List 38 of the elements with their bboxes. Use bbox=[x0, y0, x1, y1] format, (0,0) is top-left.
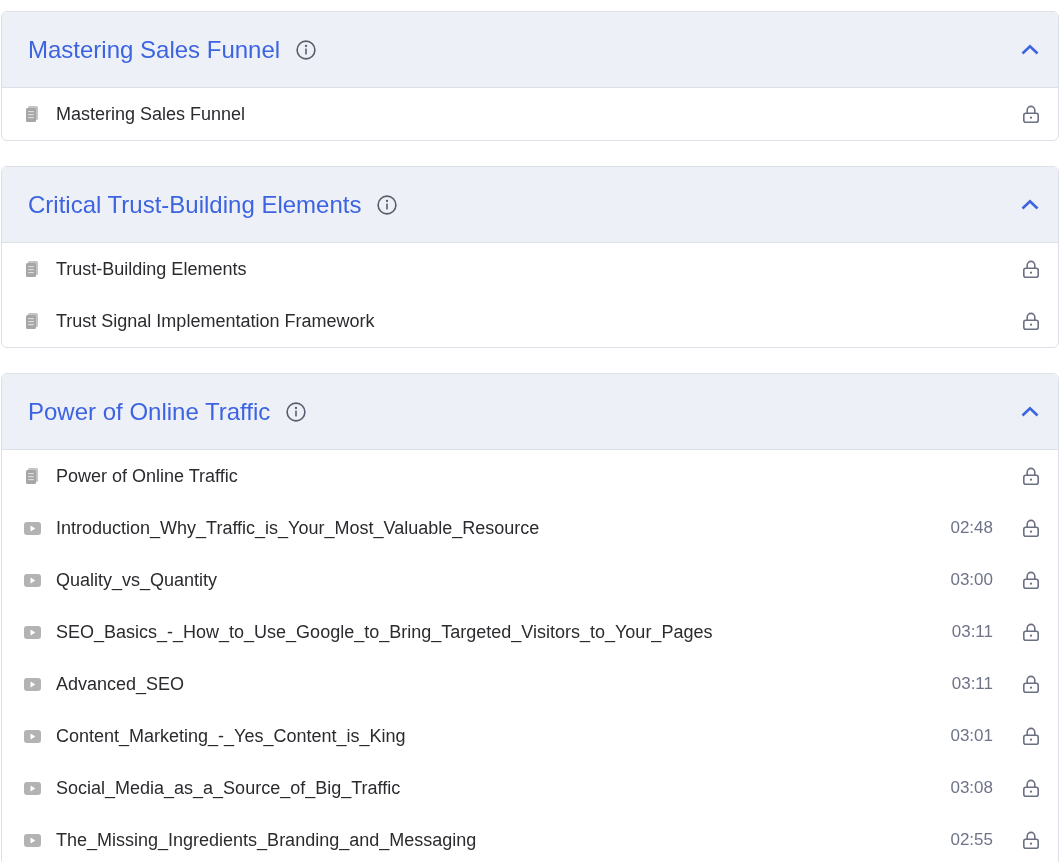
section-title: Power of Online Traffic bbox=[28, 396, 271, 427]
lesson-title[interactable]: The_Missing_Ingredients_Branding_and_Messaging bbox=[56, 828, 477, 852]
document-icon bbox=[26, 106, 38, 122]
document-icon bbox=[26, 313, 38, 329]
document-icon bbox=[26, 261, 38, 277]
chevron-up-icon[interactable] bbox=[1021, 199, 1039, 210]
lesson-duration: 02:48 bbox=[950, 517, 993, 539]
play-icon bbox=[24, 833, 41, 847]
chevron-up-icon[interactable] bbox=[1021, 44, 1039, 55]
info-icon[interactable] bbox=[377, 194, 398, 215]
lesson-duration: 03:08 bbox=[950, 777, 993, 799]
lesson-title[interactable]: Advanced_SEO bbox=[56, 672, 185, 696]
info-icon[interactable] bbox=[286, 401, 307, 422]
lesson-duration: 03:11 bbox=[951, 621, 993, 643]
lesson-title[interactable]: Quality_vs_Quantity bbox=[56, 568, 218, 592]
play-icon bbox=[24, 781, 41, 795]
lesson-title[interactable]: Mastering Sales Funnel bbox=[56, 102, 246, 126]
play-icon bbox=[24, 573, 41, 587]
lesson-title[interactable]: Content_Marketing_-_Yes_Content_is_King bbox=[56, 724, 406, 748]
play-icon bbox=[24, 521, 41, 535]
chevron-up-icon[interactable] bbox=[1021, 406, 1039, 417]
lesson-title[interactable]: Social_Media_as_a_Source_of_Big_Traffic bbox=[56, 776, 401, 800]
section-title: Mastering Sales Funnel bbox=[28, 34, 281, 65]
lesson-duration: 03:01 bbox=[950, 725, 993, 747]
lesson-duration: 02:55 bbox=[950, 829, 993, 851]
play-icon bbox=[24, 677, 41, 691]
document-icon bbox=[26, 468, 38, 484]
lesson-title[interactable]: Power of Online Traffic bbox=[56, 464, 238, 488]
play-icon bbox=[24, 625, 41, 639]
lesson-title[interactable]: Trust Signal Implementation Framework bbox=[56, 309, 375, 333]
lesson-title[interactable]: Introduction_Why_Traffic_is_Your_Most_Valuable_Resource bbox=[56, 516, 540, 540]
section-title: Critical Trust-Building Elements bbox=[28, 189, 362, 220]
lesson-duration: 03:00 bbox=[950, 569, 993, 591]
lesson-duration: 03:11 bbox=[951, 673, 993, 695]
play-icon bbox=[24, 729, 41, 743]
lesson-title[interactable]: Trust-Building Elements bbox=[56, 257, 247, 281]
info-icon[interactable] bbox=[296, 39, 317, 60]
lesson-title[interactable]: SEO_Basics_-_How_to_Use_Google_to_Bring_Targeted_Visitors_to_Your_Pages bbox=[56, 620, 713, 644]
